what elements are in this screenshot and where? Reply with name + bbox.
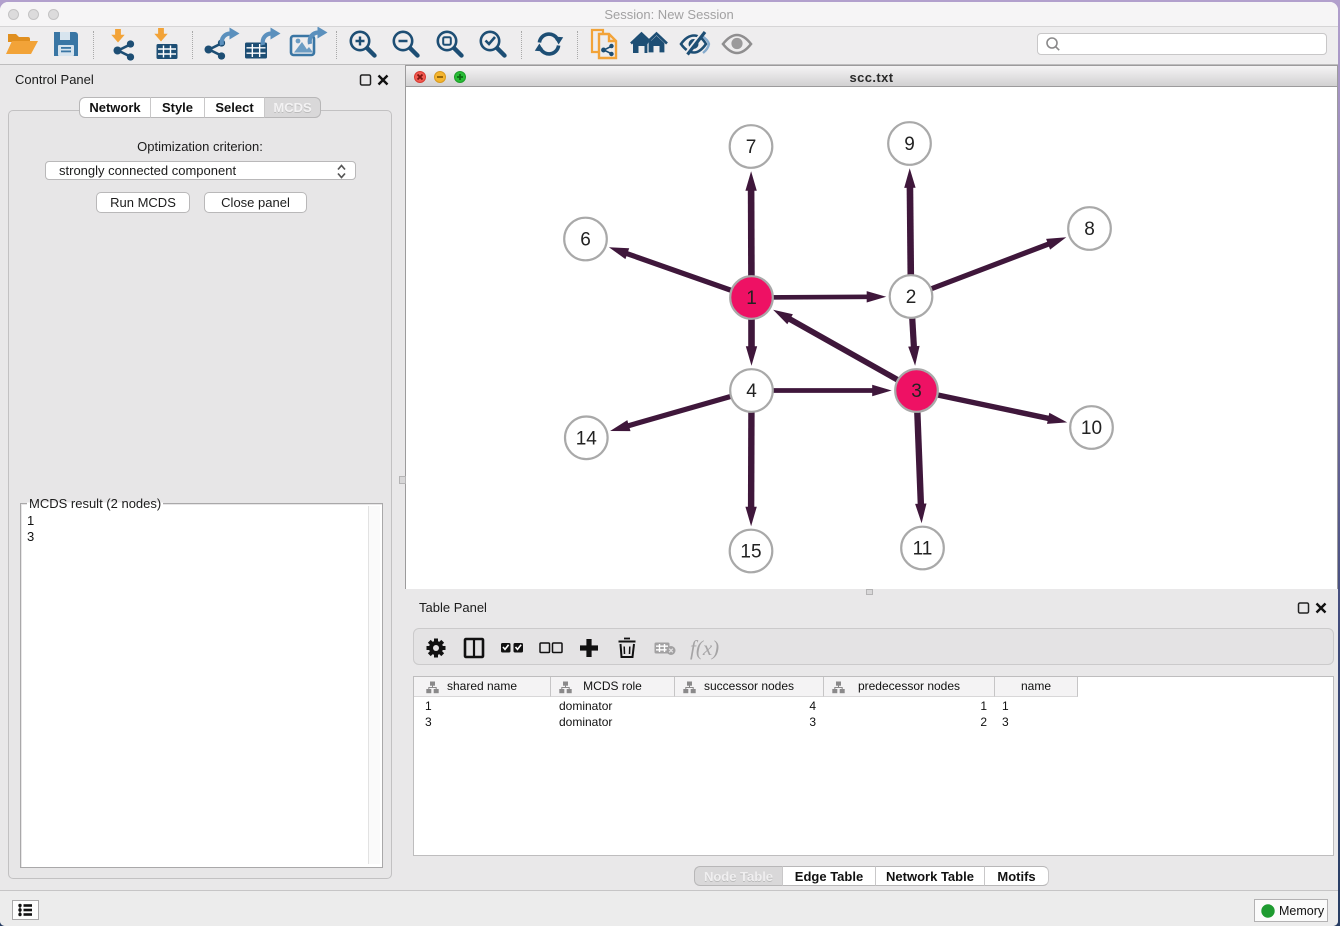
svg-text:6: 6	[580, 230, 591, 251]
svg-text:11: 11	[913, 539, 933, 560]
svg-text:15: 15	[740, 542, 761, 563]
svg-text:1: 1	[746, 288, 757, 309]
svg-text:2: 2	[906, 287, 917, 308]
svg-text:7: 7	[746, 137, 757, 158]
svg-text:10: 10	[1081, 418, 1102, 439]
svg-text:4: 4	[746, 381, 757, 402]
svg-text:f(x): f(x)	[690, 636, 719, 660]
svg-text:14: 14	[576, 428, 598, 449]
svg-text:8: 8	[1084, 219, 1095, 240]
svg-text:3: 3	[911, 381, 922, 402]
svg-text:9: 9	[904, 134, 915, 155]
